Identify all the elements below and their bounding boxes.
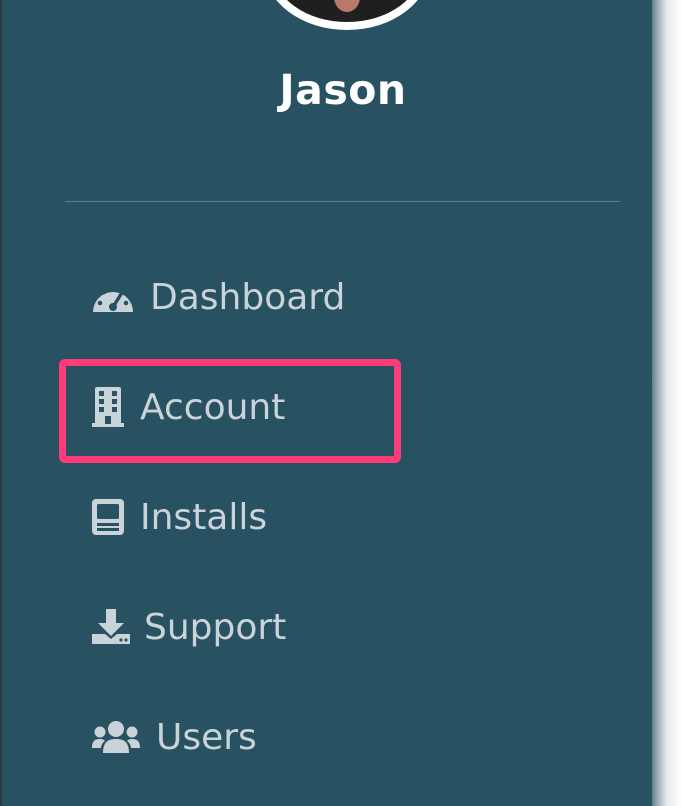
divider: [65, 201, 620, 202]
user-name: Jason: [279, 66, 407, 114]
building-icon: [90, 387, 126, 427]
sidebar-item-label: Users: [156, 716, 257, 758]
sidebar-item-users[interactable]: Users: [90, 707, 257, 767]
download-icon: [90, 607, 132, 647]
sidebar-item-label: Installs: [140, 496, 268, 538]
sidebar-item-account[interactable]: Account: [90, 377, 285, 437]
sidebar-item-support[interactable]: Support: [90, 597, 286, 657]
avatar-photo: [334, 0, 360, 12]
computer-icon: [90, 497, 126, 537]
sidebar-item-dashboard[interactable]: Dashboard: [90, 267, 345, 327]
dashboard-gauge-icon: [90, 277, 136, 317]
sidebar-shadow: [648, 0, 682, 806]
sidebar-item-label: Account: [140, 386, 286, 428]
sidebar-item-label: Support: [144, 606, 287, 648]
sidebar-item-installs[interactable]: Installs: [90, 487, 267, 547]
sidebar-item-label: Dashboard: [150, 276, 346, 318]
users-icon: [90, 717, 142, 757]
